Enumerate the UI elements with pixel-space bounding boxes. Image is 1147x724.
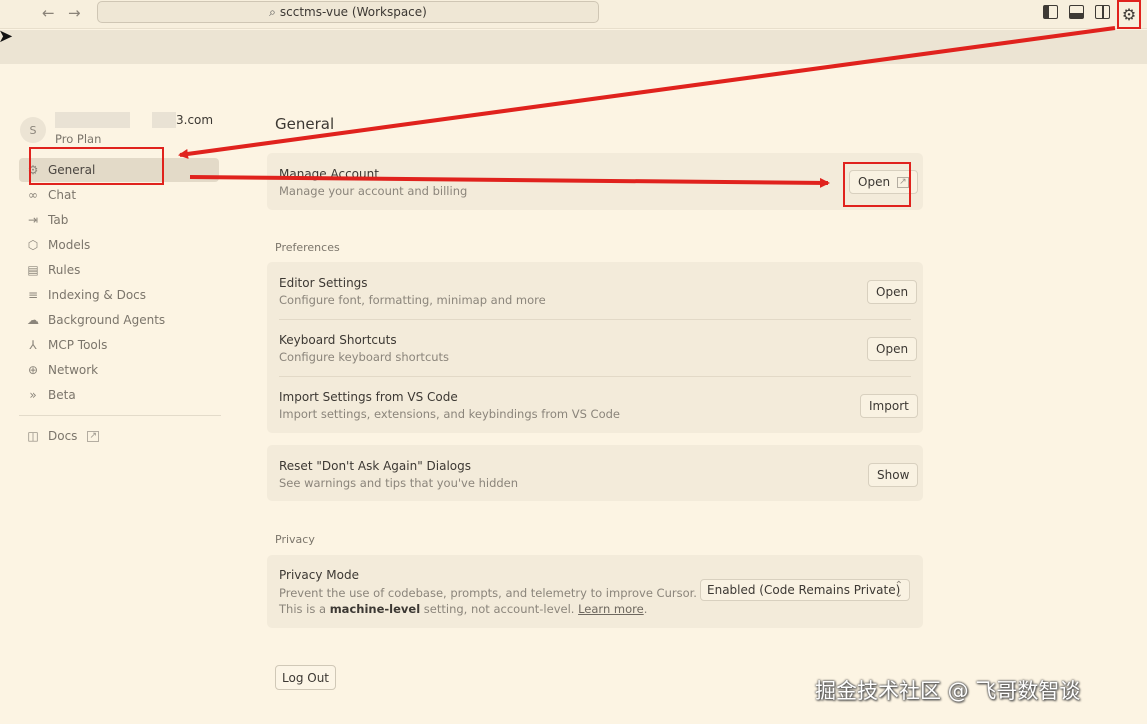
command-search-bar[interactable]: ⌕ scctms-vue (Workspace) (97, 1, 599, 23)
keyboard-shortcuts-open-button[interactable]: Open (867, 337, 918, 361)
manage-account-card: Manage Account Manage your account and b… (267, 153, 923, 210)
forward-arrow-icon[interactable]: → (68, 4, 81, 22)
sidebar-item-docs[interactable]: ◫ Docs ↗ (19, 424, 219, 448)
editor-tab-strip (0, 30, 1147, 64)
row-description: Configure font, formatting, minimap and … (279, 293, 546, 307)
account-plan: Pro Plan (55, 132, 102, 146)
import-vscode-button[interactable]: Import (860, 394, 918, 418)
book-icon: ◫ (27, 429, 39, 443)
double-chevron-icon: » (29, 388, 37, 402)
sidebar-item-label: Chat (48, 188, 77, 202)
tab-arrow-icon: ⇥ (27, 213, 39, 227)
privacy-desc-text: This is a (279, 602, 330, 616)
row-title: Manage Account (279, 167, 379, 181)
toggle-secondary-sidebar-icon[interactable] (1095, 5, 1110, 19)
annotation-box-open (843, 162, 911, 207)
section-label-preferences: Preferences (275, 241, 340, 254)
sidebar-item-mcp-tools[interactable]: ⅄ MCP Tools (19, 333, 219, 357)
logout-button[interactable]: Log Out (275, 665, 337, 690)
row-title: Editor Settings (279, 276, 368, 290)
search-icon: ⌕ (269, 4, 276, 19)
avatar: S (20, 117, 46, 143)
sidebar-item-label: Indexing & Docs (48, 288, 147, 302)
title-bar: ← → ⌕ scctms-vue (Workspace) ⚙ (0, 0, 1147, 29)
sidebar-item-rules[interactable]: ▤ Rules (19, 258, 219, 282)
sidebar-item-chat[interactable]: ∞ Chat (19, 183, 219, 207)
row-title: Import Settings from VS Code (279, 390, 458, 404)
sidebar-item-models[interactable]: ⬡ Models (19, 233, 219, 257)
row-title: Keyboard Shortcuts (279, 333, 397, 347)
select-value: Enabled (Code Remains Private) (707, 583, 901, 597)
privacy-desc-bold: machine-level (329, 602, 421, 616)
sidebar-item-label: Models (48, 238, 91, 252)
row-description: Prevent the use of codebase, prompts, an… (279, 585, 697, 617)
toggle-panel-icon[interactable] (1069, 5, 1084, 19)
privacy-desc-text: setting, not account-level. (420, 602, 579, 616)
privacy-desc-line: This is a machine-level setting, not acc… (279, 601, 697, 617)
back-arrow-icon[interactable]: ← (42, 4, 55, 22)
row-divider (279, 319, 911, 320)
privacy-desc-line: Prevent the use of codebase, prompts, an… (279, 586, 697, 600)
editor-settings-row: Editor Settings Configure font, formatti… (279, 276, 546, 307)
redacted-email-part (55, 112, 130, 128)
sidebar-item-tab[interactable]: ⇥ Tab (19, 208, 219, 232)
row-title: Privacy Mode (279, 568, 359, 582)
manage-account-row: Manage Account Manage your account and b… (279, 167, 467, 198)
editor-settings-open-button[interactable]: Open (867, 280, 918, 304)
sidebar-item-label: Network (48, 363, 99, 377)
sidebar-item-network[interactable]: ⊕ Network (19, 358, 219, 382)
row-title: Reset "Don't Ask Again" Dialogs (279, 459, 472, 473)
cloud-icon: ☁ (27, 313, 39, 327)
sidebar-item-label: Docs (48, 429, 78, 443)
mouse-pointer-icon: ➤ (0, 26, 14, 47)
settings-gear-icon[interactable]: ⚙ (1117, 0, 1141, 29)
privacy-mode-select[interactable]: Enabled (Code Remains Private) ⌃ ⌄ (700, 579, 910, 601)
sidebar-item-indexing-docs[interactable]: ≡ Indexing & Docs (19, 283, 219, 307)
sidebar-item-label: Rules (48, 263, 81, 277)
reset-dialogs-row: Reset "Don't Ask Again" Dialogs See warn… (279, 459, 518, 490)
document-icon: ▤ (27, 263, 39, 277)
redacted-email-part (152, 112, 176, 128)
privacy-mode-row: Privacy Mode Prevent the use of codebase… (279, 568, 697, 617)
privacy-card: Privacy Mode Prevent the use of codebase… (267, 555, 923, 628)
watermark-text: 掘金技术社区 @ 飞哥数智谈 (815, 679, 1081, 703)
cube-icon: ⬡ (27, 238, 39, 252)
network-nodes-icon: ⅄ (29, 338, 37, 352)
database-icon: ≡ (27, 288, 39, 302)
row-description: Configure keyboard shortcuts (279, 350, 450, 364)
account-email: 3.com (176, 113, 214, 127)
privacy-desc-text: . (643, 602, 648, 616)
row-description: Import settings, extensions, and keybind… (279, 407, 620, 421)
keyboard-shortcuts-row: Keyboard Shortcuts Configure keyboard sh… (279, 333, 449, 364)
page-title: General (275, 115, 335, 133)
annotation-box-general (29, 147, 164, 185)
row-divider (279, 376, 911, 377)
reset-dialogs-show-button[interactable]: Show (868, 463, 919, 487)
sidebar-item-label: Tab (48, 213, 69, 227)
workspace-name: scctms-vue (Workspace) (279, 5, 427, 19)
sidebar-item-label: MCP Tools (48, 338, 108, 352)
sidebar-divider (19, 415, 221, 416)
sidebar-item-label: Background Agents (48, 313, 166, 327)
sidebar-item-background-agents[interactable]: ☁ Background Agents (19, 308, 219, 332)
preferences-card: Editor Settings Configure font, formatti… (267, 262, 923, 433)
row-description: See warnings and tips that you've hidden (279, 476, 519, 490)
reset-dialogs-card: Reset "Don't Ask Again" Dialogs See warn… (267, 445, 923, 501)
sidebar-item-beta[interactable]: » Beta (19, 383, 219, 407)
globe-icon: ⊕ (27, 363, 39, 377)
learn-more-link[interactable]: Learn more (578, 602, 644, 616)
import-vscode-row: Import Settings from VS Code Import sett… (279, 390, 620, 421)
sidebar-item-label: Beta (48, 388, 76, 402)
row-description: Manage your account and billing (279, 184, 468, 198)
section-label-privacy: Privacy (275, 533, 315, 546)
external-link-icon: ↗ (87, 430, 99, 442)
infinity-icon: ∞ (28, 188, 38, 202)
updown-chevron-icon: ⌃ ⌄ (894, 580, 903, 600)
toggle-primary-sidebar-icon[interactable] (1043, 5, 1058, 19)
